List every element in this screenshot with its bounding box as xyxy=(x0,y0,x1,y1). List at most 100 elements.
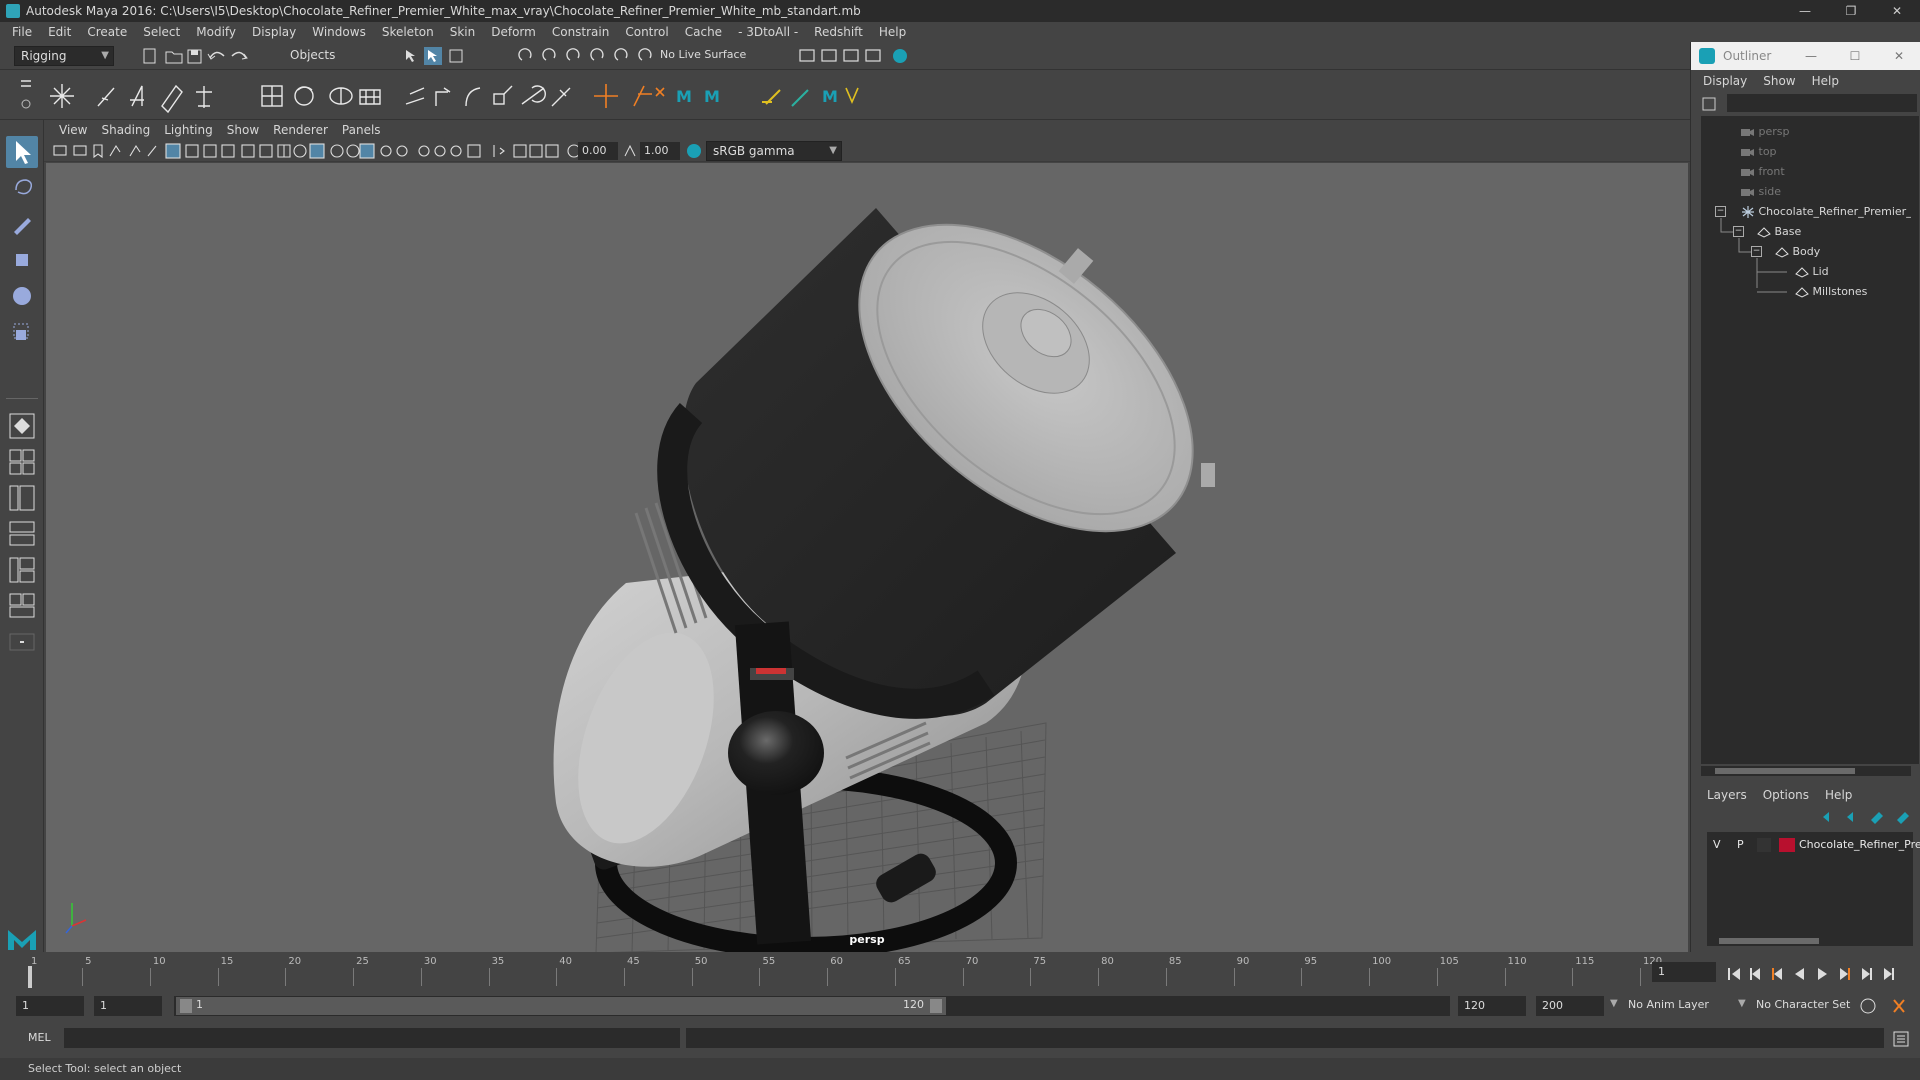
joint-tool-icon[interactable] xyxy=(50,84,74,108)
go-to-start-icon[interactable] xyxy=(1728,968,1740,980)
layer-visibility-toggle[interactable]: V xyxy=(1713,838,1721,851)
outliner-filter-icon[interactable] xyxy=(1701,96,1717,112)
panel-menu-view[interactable]: View xyxy=(52,123,94,137)
menu-help[interactable]: Help xyxy=(871,25,914,39)
menu-create[interactable]: Create xyxy=(79,25,135,39)
lattice-icon[interactable] xyxy=(359,89,381,105)
menu-3dtoall[interactable]: - 3DtoAll - xyxy=(730,25,806,39)
move-layer-up-icon[interactable] xyxy=(1823,812,1829,822)
aim-constraint-icon[interactable] xyxy=(521,85,546,105)
menu-modify[interactable]: Modify xyxy=(188,25,244,39)
viewport-persp[interactable]: persp xyxy=(46,163,1688,953)
anim-layer-dropdown[interactable]: No Anim Layer xyxy=(1628,998,1709,1011)
shelf-options-icon[interactable] xyxy=(18,76,34,116)
insert-joint-icon[interactable] xyxy=(161,84,183,114)
cluster-icon[interactable] xyxy=(633,85,652,107)
outliner-hscrollbar[interactable] xyxy=(1701,766,1911,776)
menu-select[interactable]: Select xyxy=(135,25,188,39)
move-layer-down-icon[interactable] xyxy=(1847,812,1853,822)
menu-skeleton[interactable]: Skeleton xyxy=(374,25,442,39)
menu-display[interactable]: Display xyxy=(244,25,304,39)
range-bar-track[interactable]: 1 120 xyxy=(174,996,1450,1016)
redo-icon[interactable] xyxy=(231,51,248,60)
animation-prefs-icon[interactable] xyxy=(1893,999,1905,1013)
restore-button[interactable]: ❐ xyxy=(1828,0,1874,22)
toolbox-collapse[interactable] xyxy=(6,632,38,652)
chevron-down-icon[interactable]: ▼ xyxy=(1738,998,1746,1009)
move-tool[interactable] xyxy=(6,244,38,276)
step-back-frame-icon[interactable] xyxy=(1772,968,1782,980)
close-button[interactable]: ✕ xyxy=(1874,0,1920,22)
ik-spline-icon[interactable] xyxy=(130,85,144,107)
new-scene-icon[interactable] xyxy=(143,48,156,64)
layer-type-toggle[interactable] xyxy=(1757,838,1771,852)
outliner-menu-help[interactable]: Help xyxy=(1804,74,1847,88)
rigid-bind-icon[interactable] xyxy=(294,86,314,106)
m-tool-1-icon[interactable]: M xyxy=(676,87,692,106)
range-end-handle[interactable] xyxy=(930,999,942,1013)
layers-hscrollbar[interactable] xyxy=(1707,936,1913,946)
menu-control[interactable]: Control xyxy=(617,25,676,39)
m-tool-2-icon[interactable]: M xyxy=(704,87,720,106)
m-tool-3-icon[interactable]: M xyxy=(822,87,838,106)
outliner-close-button[interactable]: ✕ xyxy=(1877,42,1920,70)
ik-handle-icon[interactable] xyxy=(97,87,115,107)
color-management-icon[interactable] xyxy=(686,143,702,159)
panel-menu-shading[interactable]: Shading xyxy=(94,123,157,137)
menu-constrain[interactable]: Constrain xyxy=(544,25,618,39)
persp-hypershade-layout[interactable] xyxy=(6,554,38,586)
menu-edit[interactable]: Edit xyxy=(40,25,79,39)
step-forward-key-icon[interactable] xyxy=(1862,968,1872,980)
menu-deform[interactable]: Deform xyxy=(483,25,544,39)
menu-windows[interactable]: Windows xyxy=(304,25,374,39)
panel-menu-renderer[interactable]: Renderer xyxy=(266,123,335,137)
smooth-bind-icon[interactable] xyxy=(261,85,283,107)
select-hierarchy-arrow-icon[interactable] xyxy=(406,50,415,62)
outliner-minimize-button[interactable]: — xyxy=(1789,42,1833,70)
panel-menu-lighting[interactable]: Lighting xyxy=(157,123,220,137)
soft-mod-icon[interactable] xyxy=(655,87,665,97)
live-surface-label[interactable]: No Live Surface xyxy=(660,48,746,61)
layers-menu-options[interactable]: Options xyxy=(1755,788,1817,802)
command-input[interactable] xyxy=(64,1028,680,1048)
panel-menu-show[interactable]: Show xyxy=(220,123,266,137)
layers-hscroll-thumb[interactable] xyxy=(1719,938,1819,944)
play-backward-icon[interactable] xyxy=(1795,968,1804,980)
range-start-handle[interactable] xyxy=(180,999,192,1013)
redshift-render-icon[interactable] xyxy=(893,49,907,63)
command-language-toggle[interactable]: MEL xyxy=(28,1031,51,1044)
outliner-hscroll-thumb[interactable] xyxy=(1715,768,1855,774)
outliner-menu-show[interactable]: Show xyxy=(1755,74,1803,88)
layers-menu-help[interactable]: Help xyxy=(1817,788,1860,802)
step-forward-frame-icon[interactable] xyxy=(1840,968,1850,980)
persp-graph-layout[interactable] xyxy=(6,518,38,550)
lasso-tool[interactable] xyxy=(6,172,38,204)
new-layer-selected-icon[interactable] xyxy=(1897,812,1909,824)
paint-select-tool[interactable] xyxy=(6,208,38,240)
paint-weights-icon[interactable] xyxy=(329,87,353,105)
time-slider[interactable]: 1 5 10 15 20 25 30 35 40 45 50 55 60 65 70 75 80 85 90 95 10… xyxy=(0,952,1920,994)
menu-skin[interactable]: Skin xyxy=(442,25,484,39)
save-scene-icon[interactable] xyxy=(187,49,202,64)
v-tool-icon[interactable] xyxy=(845,87,859,105)
open-scene-icon[interactable] xyxy=(165,51,183,64)
layers-menu-layers[interactable]: Layers xyxy=(1699,788,1755,802)
character-set-dropdown[interactable]: No Character Set xyxy=(1756,998,1850,1011)
persp-outliner-layout[interactable] xyxy=(6,482,38,514)
animation-start-field[interactable]: 1 xyxy=(16,996,84,1016)
new-layer-icon[interactable] xyxy=(1871,812,1883,824)
single-perspective-layout[interactable] xyxy=(6,410,38,442)
step-back-key-icon[interactable] xyxy=(1750,968,1760,980)
layer-row[interactable]: V P Chocolate_Refiner_Pre xyxy=(1707,836,1920,854)
rotate-tool[interactable] xyxy=(6,280,38,312)
layer-color-swatch[interactable] xyxy=(1779,838,1795,852)
four-view-layout[interactable] xyxy=(6,446,38,478)
sculpt-tool-icon[interactable] xyxy=(791,89,809,107)
range-bar-handle[interactable]: 1 120 xyxy=(176,997,946,1015)
selection-mode-dropdown[interactable]: Objects xyxy=(284,46,384,66)
script-editor-icon[interactable] xyxy=(1892,1030,1910,1048)
gamma-field[interactable]: 1.00 xyxy=(640,142,680,160)
layer-playback-toggle[interactable]: P xyxy=(1737,838,1744,851)
menu-redshift[interactable]: Redshift xyxy=(806,25,871,39)
parent-constraint-icon[interactable] xyxy=(405,87,425,105)
